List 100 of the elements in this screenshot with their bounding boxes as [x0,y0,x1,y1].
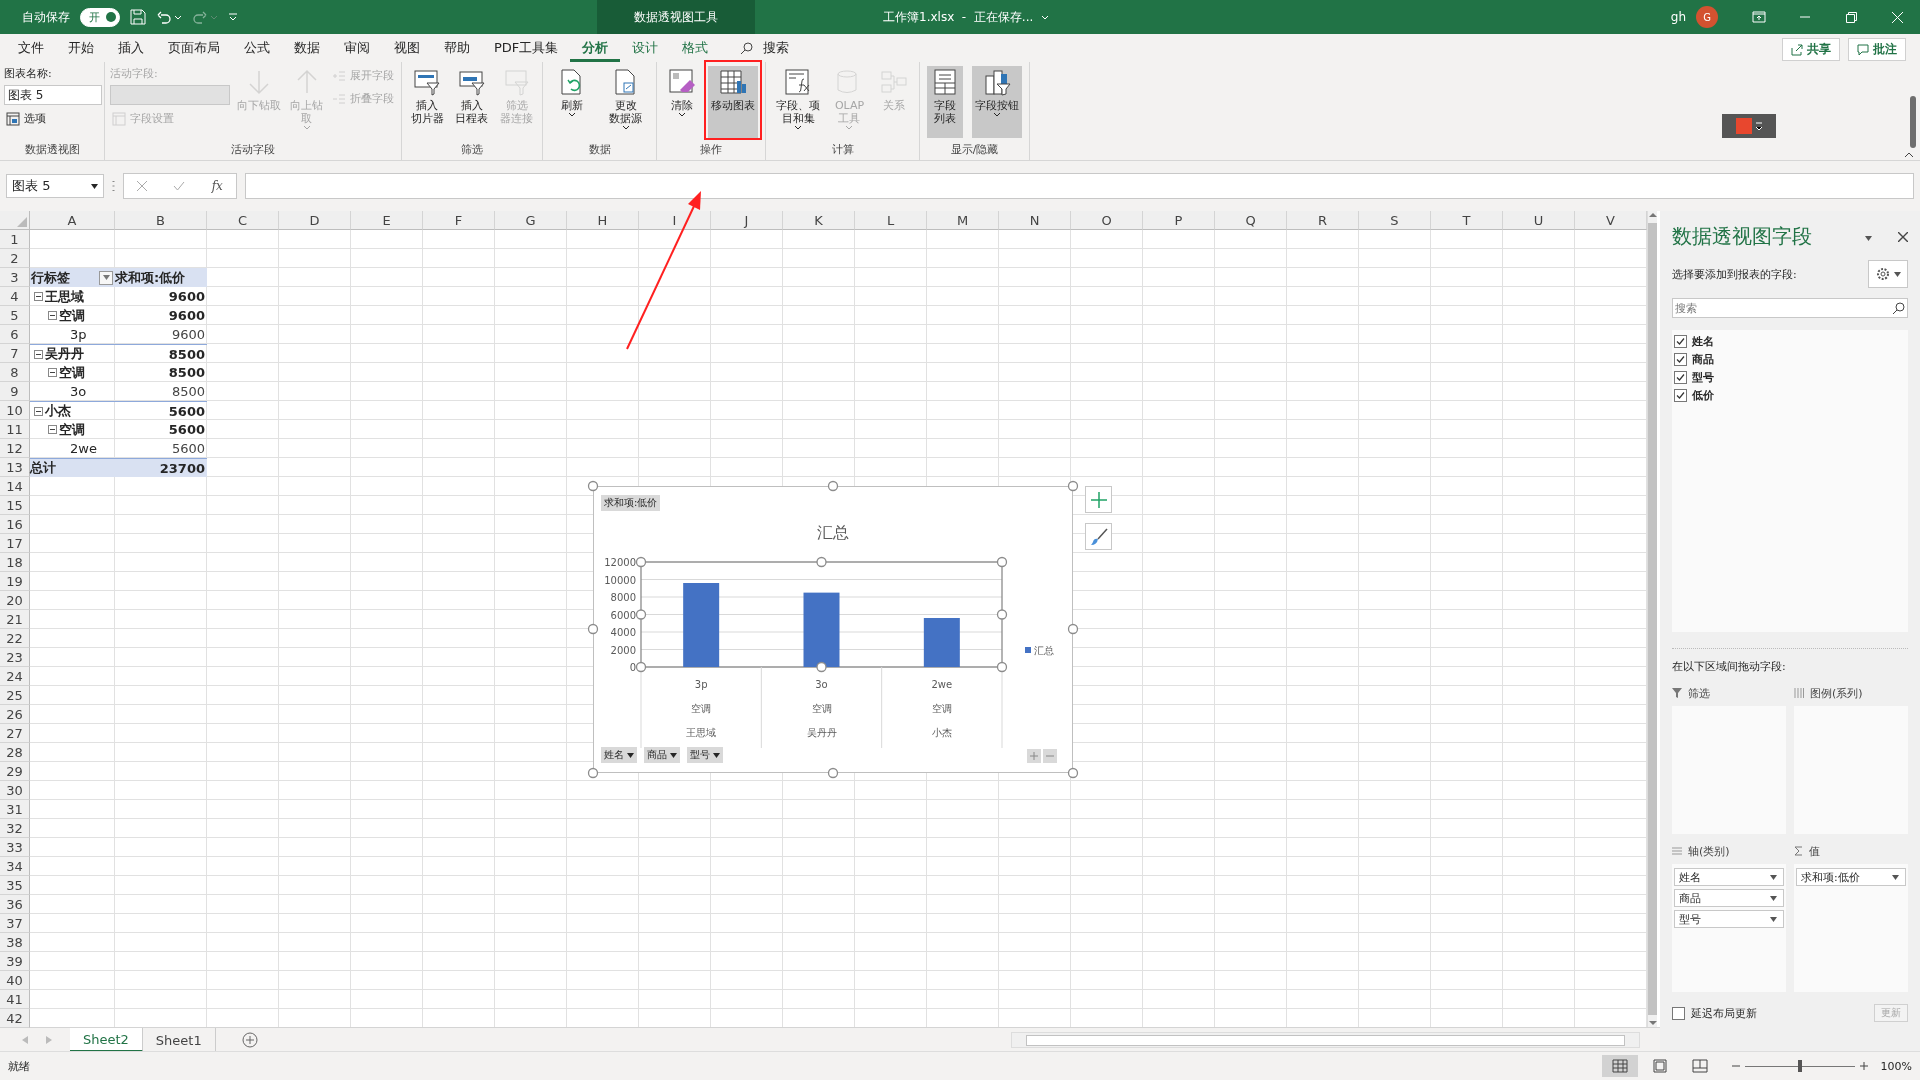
resize-handle[interactable] [635,556,647,568]
row-header[interactable]: 29 [0,762,30,781]
row-header[interactable]: 35 [0,876,30,895]
menu-tab[interactable]: 审阅 [332,34,382,62]
ribbon-button[interactable]: 插入 日程表 [452,66,492,138]
row-header[interactable]: 24 [0,667,30,686]
field-label[interactable]: 商品 [1692,352,1714,367]
save-icon[interactable] [130,9,146,25]
chart-elements-button[interactable] [1085,486,1112,513]
row-header[interactable]: 33 [0,838,30,857]
resize-handle[interactable] [587,480,599,492]
row-header[interactable]: 28 [0,743,30,762]
row-header[interactable]: 17 [0,534,30,553]
column-header[interactable]: F [423,211,495,230]
menu-tab[interactable]: 格式 [670,34,721,62]
row-header[interactable]: 12 [0,439,30,458]
column-header[interactable]: E [351,211,423,230]
collapse-icon[interactable] [48,425,57,434]
row-header[interactable]: 18 [0,553,30,572]
menu-tab[interactable]: 设计 [620,34,671,62]
ribbon-button[interactable]: 更改 数据源 [606,66,645,138]
column-header[interactable]: R [1287,211,1359,230]
bar[interactable] [923,618,960,667]
resize-handle[interactable] [587,767,599,779]
row-header[interactable]: 3 [0,268,30,287]
row-header[interactable]: 21 [0,610,30,629]
row-header[interactable]: 34 [0,857,30,876]
horizontal-scrollbar[interactable] [1011,1032,1640,1048]
field-label[interactable]: 姓名 [1692,334,1714,349]
menu-tab[interactable]: 公式 [232,34,282,62]
row-header[interactable]: 42 [0,1009,30,1028]
ribbon-display-icon[interactable] [1752,11,1766,23]
bar[interactable] [803,592,840,667]
comment-button[interactable]: 批注 [1848,38,1906,61]
ribbon-button[interactable]: 字段 列表 [927,66,964,138]
restore-icon[interactable] [1845,11,1857,23]
previous-sheet-icon[interactable] [22,1036,28,1044]
settings-button[interactable] [1868,260,1908,288]
close-icon[interactable] [1898,231,1908,242]
avatar[interactable]: G [1696,6,1718,28]
row-header[interactable]: 11 [0,420,30,439]
column-header[interactable]: I [639,211,711,230]
chart-area[interactable] [593,486,1073,773]
row-header[interactable]: 23 [0,648,30,667]
value-field-button[interactable]: 求和项:低价 [601,495,661,511]
name-box[interactable]: 图表 5 [6,174,104,198]
row-header[interactable]: 13 [0,458,30,477]
drop-area[interactable]: 姓名 商品 型号 [1672,864,1786,992]
menu-tab[interactable]: PDF工具集 [482,34,571,62]
checkbox[interactable] [1674,335,1687,348]
resize-handle[interactable] [635,661,647,673]
row-header[interactable]: 4 [0,287,30,306]
column-header[interactable]: D [279,211,351,230]
collapse-icon[interactable] [34,406,43,416]
resize-handle[interactable] [996,609,1008,620]
field-label[interactable]: 型号 [1692,370,1714,385]
menu-tab[interactable]: 开始 [56,34,106,62]
column-header[interactable]: L [855,211,927,230]
bar[interactable] [683,583,720,667]
sheet-tab[interactable]: Sheet2 [70,1028,143,1052]
menu-tab[interactable]: 帮助 [432,34,482,62]
ribbon-button[interactable]: 字段、项 目和集 [773,66,824,138]
area-field-item[interactable]: 求和项:低价 [1796,868,1906,886]
ribbon-button[interactable]: 选项 [4,109,102,128]
zoom-level[interactable]: 100% [1880,1059,1912,1073]
field-label[interactable]: 低价 [1692,388,1714,403]
input-method-toolbar[interactable] [1722,114,1776,138]
resize-handle[interactable] [816,556,827,568]
column-header[interactable]: A [30,211,115,230]
resize-handle[interactable] [1067,623,1079,635]
collapse-ribbon-icon[interactable] [1904,152,1914,158]
row-header[interactable]: 5 [0,306,30,325]
collapse-icon[interactable] [48,368,57,377]
area-field-item[interactable]: 商品 [1674,889,1784,907]
row-header[interactable]: 36 [0,895,30,914]
row-header[interactable]: 16 [0,515,30,534]
row-header[interactable]: 37 [0,914,30,933]
column-header[interactable]: V [1575,211,1647,230]
resize-handle[interactable] [587,623,599,635]
row-header[interactable]: 27 [0,724,30,743]
row-header[interactable]: 25 [0,686,30,705]
resize-handle[interactable] [1067,480,1079,492]
resize-handle[interactable] [996,661,1008,673]
resize-handle[interactable] [827,767,839,779]
column-header[interactable]: K [783,211,855,230]
chart-styles-button[interactable] [1085,523,1112,550]
resize-handle[interactable] [1067,767,1079,779]
resize-handle[interactable] [827,480,839,492]
insert-function-button[interactable]: fx [211,179,223,193]
column-header[interactable]: P [1143,211,1215,230]
collapse-icon[interactable] [48,311,57,320]
column-header[interactable]: J [711,211,783,230]
menu-tab[interactable]: 插入 [106,34,156,62]
customize-icon[interactable] [228,13,238,21]
chart-name-field[interactable]: 图表 5 [4,85,102,105]
redo-button[interactable] [192,9,218,25]
column-header[interactable]: N [999,211,1071,230]
undo-button[interactable] [156,9,182,25]
formula-input[interactable] [245,173,1914,199]
column-header[interactable]: C [207,211,279,230]
